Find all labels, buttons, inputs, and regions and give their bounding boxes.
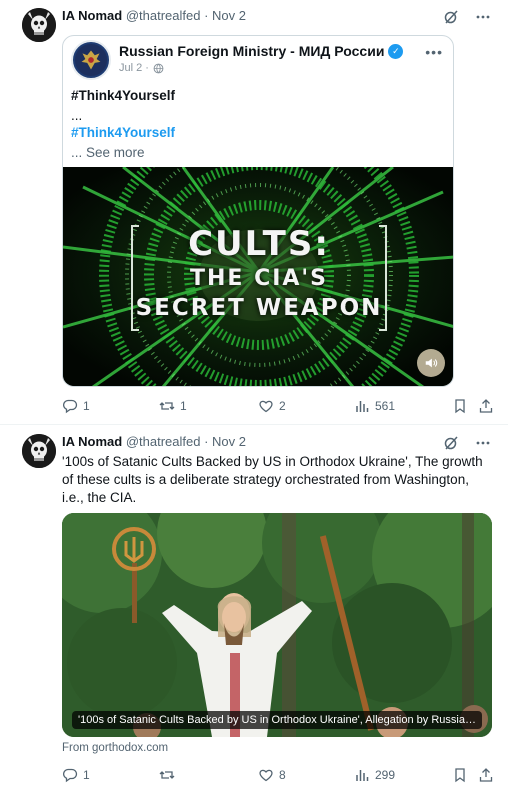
speaker-icon[interactable] xyxy=(417,349,445,377)
reply-count: 1 xyxy=(83,399,90,413)
verified-badge-icon: ✓ xyxy=(388,43,404,59)
reply-icon xyxy=(63,399,78,414)
quoted-hashtag-link[interactable]: #Think4Yourself xyxy=(71,124,175,142)
ministry-avatar[interactable] xyxy=(71,40,111,80)
author-avatar[interactable] xyxy=(22,8,56,42)
views-icon xyxy=(356,770,369,781)
quoted-author-name[interactable]: Russian Foreign Ministry - МИД России xyxy=(119,43,384,59)
video-player[interactable]: CULTS: THE CIA'S SECRET WEAPON xyxy=(63,167,453,386)
like-button[interactable]: 2 xyxy=(258,396,286,416)
author-avatar[interactable] xyxy=(22,434,56,468)
eagle-emblem-icon xyxy=(74,43,108,77)
skull-avatar-image xyxy=(22,8,56,42)
tweet-top-actions xyxy=(442,434,492,452)
repost-button[interactable]: 1 xyxy=(159,396,187,416)
bookmark-icon[interactable] xyxy=(452,765,468,785)
article-source[interactable]: From gorthodox.com xyxy=(62,742,168,754)
tweet-header: IA Nomad @thatrealfed · Nov 2 xyxy=(62,434,246,450)
tweet-date[interactable]: · Nov 2 xyxy=(204,8,246,23)
grok-icon[interactable] xyxy=(442,8,460,26)
tweet-top-actions xyxy=(442,8,492,26)
quoted-date-row: Jul 2 · xyxy=(119,62,164,74)
author-name[interactable]: IA Nomad xyxy=(62,8,122,23)
quoted-post-card[interactable]: Russian Foreign Ministry - МИД России ✓ … xyxy=(62,35,454,387)
more-icon[interactable] xyxy=(474,8,492,26)
tweet-1[interactable]: IA Nomad @thatrealfed · Nov 2 Russian Fo… xyxy=(0,0,508,425)
video-title-line-1: CULTS: xyxy=(188,224,330,264)
repost-icon xyxy=(159,402,175,410)
reply-count: 1 xyxy=(83,768,90,782)
tweet-date[interactable]: · Nov 2 xyxy=(204,434,246,449)
article-caption: '100s of Satanic Cults Backed by US in O… xyxy=(72,711,482,729)
author-name[interactable]: IA Nomad xyxy=(62,434,122,449)
quoted-date[interactable]: Jul 2 · xyxy=(119,62,149,74)
video-title-line-2: THE CIA'S xyxy=(189,266,329,291)
tweet-2[interactable]: IA Nomad @thatrealfed · Nov 2 '100s of S… xyxy=(0,425,508,797)
author-handle[interactable]: @thatrealfed xyxy=(126,434,201,449)
share-icon[interactable] xyxy=(478,396,494,416)
like-count: 8 xyxy=(279,768,286,782)
like-icon xyxy=(259,769,273,782)
views-icon xyxy=(356,401,369,412)
globe-icon xyxy=(153,63,164,73)
grok-icon[interactable] xyxy=(442,434,460,452)
quoted-more-icon[interactable]: ••• xyxy=(425,44,443,60)
reply-button[interactable]: 1 xyxy=(62,396,90,416)
quoted-author[interactable]: Russian Foreign Ministry - МИД России ✓ xyxy=(119,43,404,59)
skull-avatar-image xyxy=(22,434,56,468)
action-bar: 1 8 299 xyxy=(62,765,493,785)
action-bar: 1 1 2 561 xyxy=(62,396,493,416)
like-icon xyxy=(259,400,273,413)
bookmark-icon[interactable] xyxy=(452,396,468,416)
quoted-hashtag-line: #Think4Yourself xyxy=(71,88,176,103)
tweet-header: IA Nomad @thatrealfed · Nov 2 xyxy=(62,8,246,24)
video-title-line-3: SECRET WEAPON xyxy=(135,295,383,321)
repost-icon xyxy=(159,771,175,779)
views-button[interactable]: 299 xyxy=(354,765,395,785)
tweet-text: '100s of Satanic Cults Backed by US in O… xyxy=(62,454,483,505)
see-more-link[interactable]: ... See more xyxy=(71,144,145,162)
reply-button[interactable]: 1 xyxy=(62,765,90,785)
like-button[interactable]: 8 xyxy=(258,765,286,785)
more-icon[interactable] xyxy=(474,434,492,452)
like-count: 2 xyxy=(279,399,286,413)
article-image[interactable]: '100s of Satanic Cults Backed by US in O… xyxy=(62,513,492,737)
share-icon[interactable] xyxy=(478,765,494,785)
views-count: 561 xyxy=(375,399,396,413)
views-count: 299 xyxy=(375,768,396,782)
forest-ritual-photo xyxy=(62,513,492,737)
author-handle[interactable]: @thatrealfed xyxy=(126,8,201,23)
views-button[interactable]: 561 xyxy=(354,396,395,416)
quoted-ellipsis: ... xyxy=(71,108,83,123)
repost-count: 1 xyxy=(180,399,187,413)
repost-button[interactable] xyxy=(159,765,180,785)
reply-icon xyxy=(63,768,78,783)
